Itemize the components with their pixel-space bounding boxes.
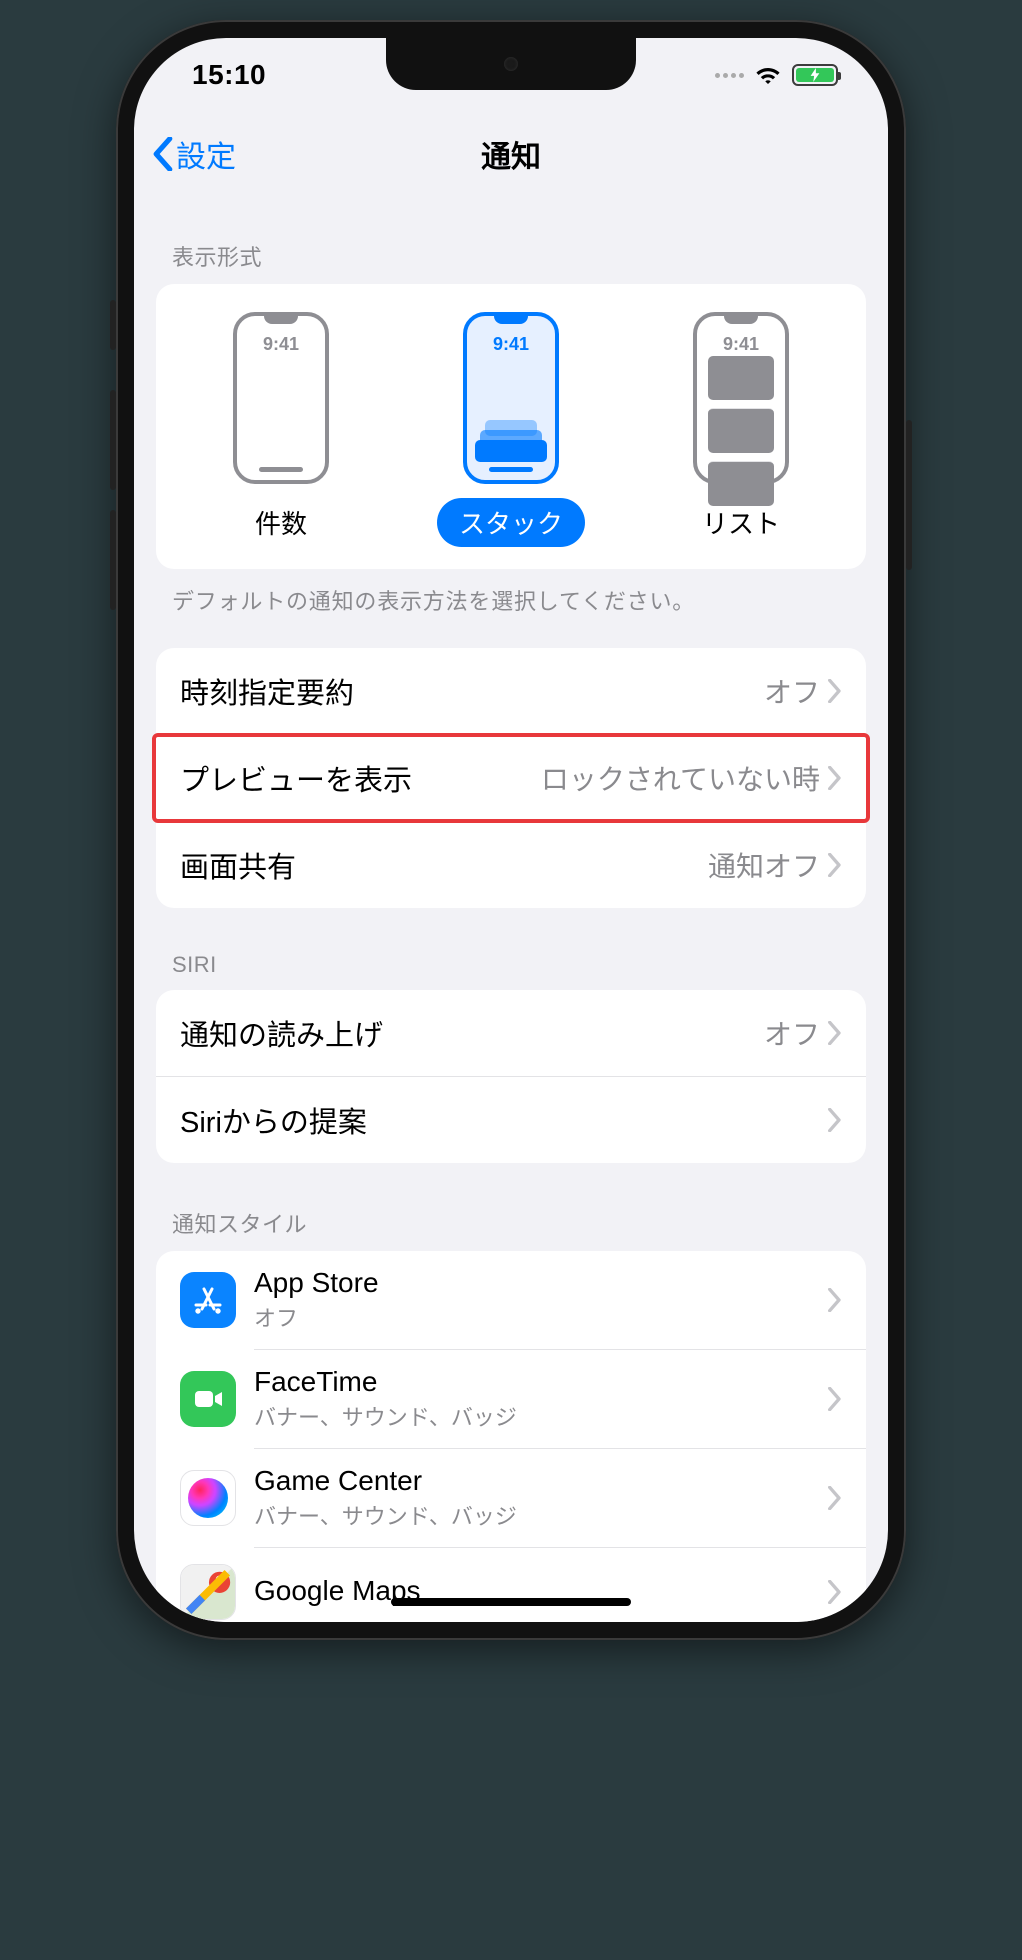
app-row-facetime[interactable]: FaceTime バナー、サウンド、バッジ <box>156 1349 866 1448</box>
recording-indicator-icon <box>715 73 744 78</box>
mini-phone-icon: 9:41 <box>693 312 789 484</box>
display-option-stack[interactable]: 9:41 スタック <box>421 312 601 547</box>
mini-phone-icon: 9:41 <box>233 312 329 484</box>
side-button <box>110 510 116 610</box>
settings-group-1: 時刻指定要約 オフ プレビューを表示 ロックされていない時 画面共有 通知オフ <box>156 648 866 908</box>
chevron-right-icon <box>828 1486 842 1510</box>
app-name: FaceTime <box>254 1366 810 1398</box>
app-sub: バナー、サウンド、バッジ <box>254 1499 810 1531</box>
app-sub: バナー、サウンド、バッジ <box>254 1400 810 1432</box>
notification-style-list: App Store オフ FaceTime バナー、サウンド、バッジ <box>156 1251 866 1622</box>
side-button <box>906 420 912 570</box>
app-name: Game Center <box>254 1465 810 1497</box>
row-label: 画面共有 <box>180 844 296 886</box>
app-name: App Store <box>254 1267 810 1299</box>
display-option-label: スタック <box>437 498 585 547</box>
row-value: オフ <box>354 671 828 711</box>
row-announce-notifications[interactable]: 通知の読み上げ オフ <box>156 990 866 1076</box>
side-button <box>110 300 116 350</box>
back-button[interactable]: 設定 <box>134 132 236 176</box>
nav-bar: 設定 通知 <box>134 112 888 196</box>
app-sub: オフ <box>254 1301 810 1333</box>
wifi-icon <box>754 64 782 86</box>
row-label: 通知の読み上げ <box>180 1012 383 1054</box>
screen: 15:10 設定 通知 表示形式 <box>134 38 888 1622</box>
back-label: 設定 <box>176 132 236 176</box>
mini-phone-icon: 9:41 <box>463 312 559 484</box>
display-option-list[interactable]: 9:41 リスト <box>651 312 831 547</box>
facetime-icon <box>180 1371 236 1427</box>
google-maps-icon <box>180 1564 236 1620</box>
side-button <box>110 390 116 490</box>
phone-frame: 15:10 設定 通知 表示形式 <box>116 20 906 1640</box>
chevron-right-icon <box>828 1580 842 1604</box>
chevron-right-icon <box>828 679 842 703</box>
chevron-left-icon <box>152 137 174 171</box>
chevron-right-icon <box>828 1021 842 1045</box>
status-time: 15:10 <box>192 59 266 91</box>
app-store-icon <box>180 1272 236 1328</box>
app-row-googlemaps[interactable]: Google Maps <box>156 1547 866 1622</box>
content[interactable]: 表示形式 9:41 件数 <box>134 196 888 1622</box>
row-screen-sharing[interactable]: 画面共有 通知オフ <box>156 821 866 908</box>
row-value: オフ <box>383 1013 828 1053</box>
section-header-style: 通知スタイル <box>134 1163 888 1251</box>
display-option-label: 件数 <box>233 498 329 547</box>
row-value: ロックされていない時 <box>412 758 828 798</box>
chevron-right-icon <box>828 1387 842 1411</box>
row-scheduled-summary[interactable]: 時刻指定要約 オフ <box>156 648 866 734</box>
page-title: 通知 <box>134 132 888 176</box>
chevron-right-icon <box>828 766 842 790</box>
chevron-right-icon <box>828 853 842 877</box>
section-header-siri: SIRI <box>134 908 888 990</box>
section-footer-display-as: デフォルトの通知の表示方法を選択してください。 <box>134 569 888 618</box>
battery-icon <box>792 64 838 86</box>
display-as-card: 9:41 件数 9:41 スタック <box>156 284 866 569</box>
status-indicators <box>715 64 838 86</box>
row-value: 通知オフ <box>296 845 828 885</box>
row-label: Siriからの提案 <box>180 1099 367 1141</box>
row-show-previews[interactable]: プレビューを表示 ロックされていない時 <box>156 734 866 821</box>
row-label: 時刻指定要約 <box>180 670 354 712</box>
row-label: プレビューを表示 <box>180 757 412 799</box>
app-row-appstore[interactable]: App Store オフ <box>156 1251 866 1349</box>
game-center-icon <box>180 1470 236 1526</box>
home-indicator[interactable] <box>391 1598 631 1606</box>
notch <box>386 38 636 90</box>
chevron-right-icon <box>828 1288 842 1312</box>
settings-group-siri: 通知の読み上げ オフ Siriからの提案 <box>156 990 866 1163</box>
app-row-gamecenter[interactable]: Game Center バナー、サウンド、バッジ <box>156 1448 866 1547</box>
row-siri-suggestions[interactable]: Siriからの提案 <box>156 1076 866 1163</box>
display-option-count[interactable]: 9:41 件数 <box>191 312 371 547</box>
chevron-right-icon <box>828 1108 842 1132</box>
section-header-display-as: 表示形式 <box>134 196 888 284</box>
